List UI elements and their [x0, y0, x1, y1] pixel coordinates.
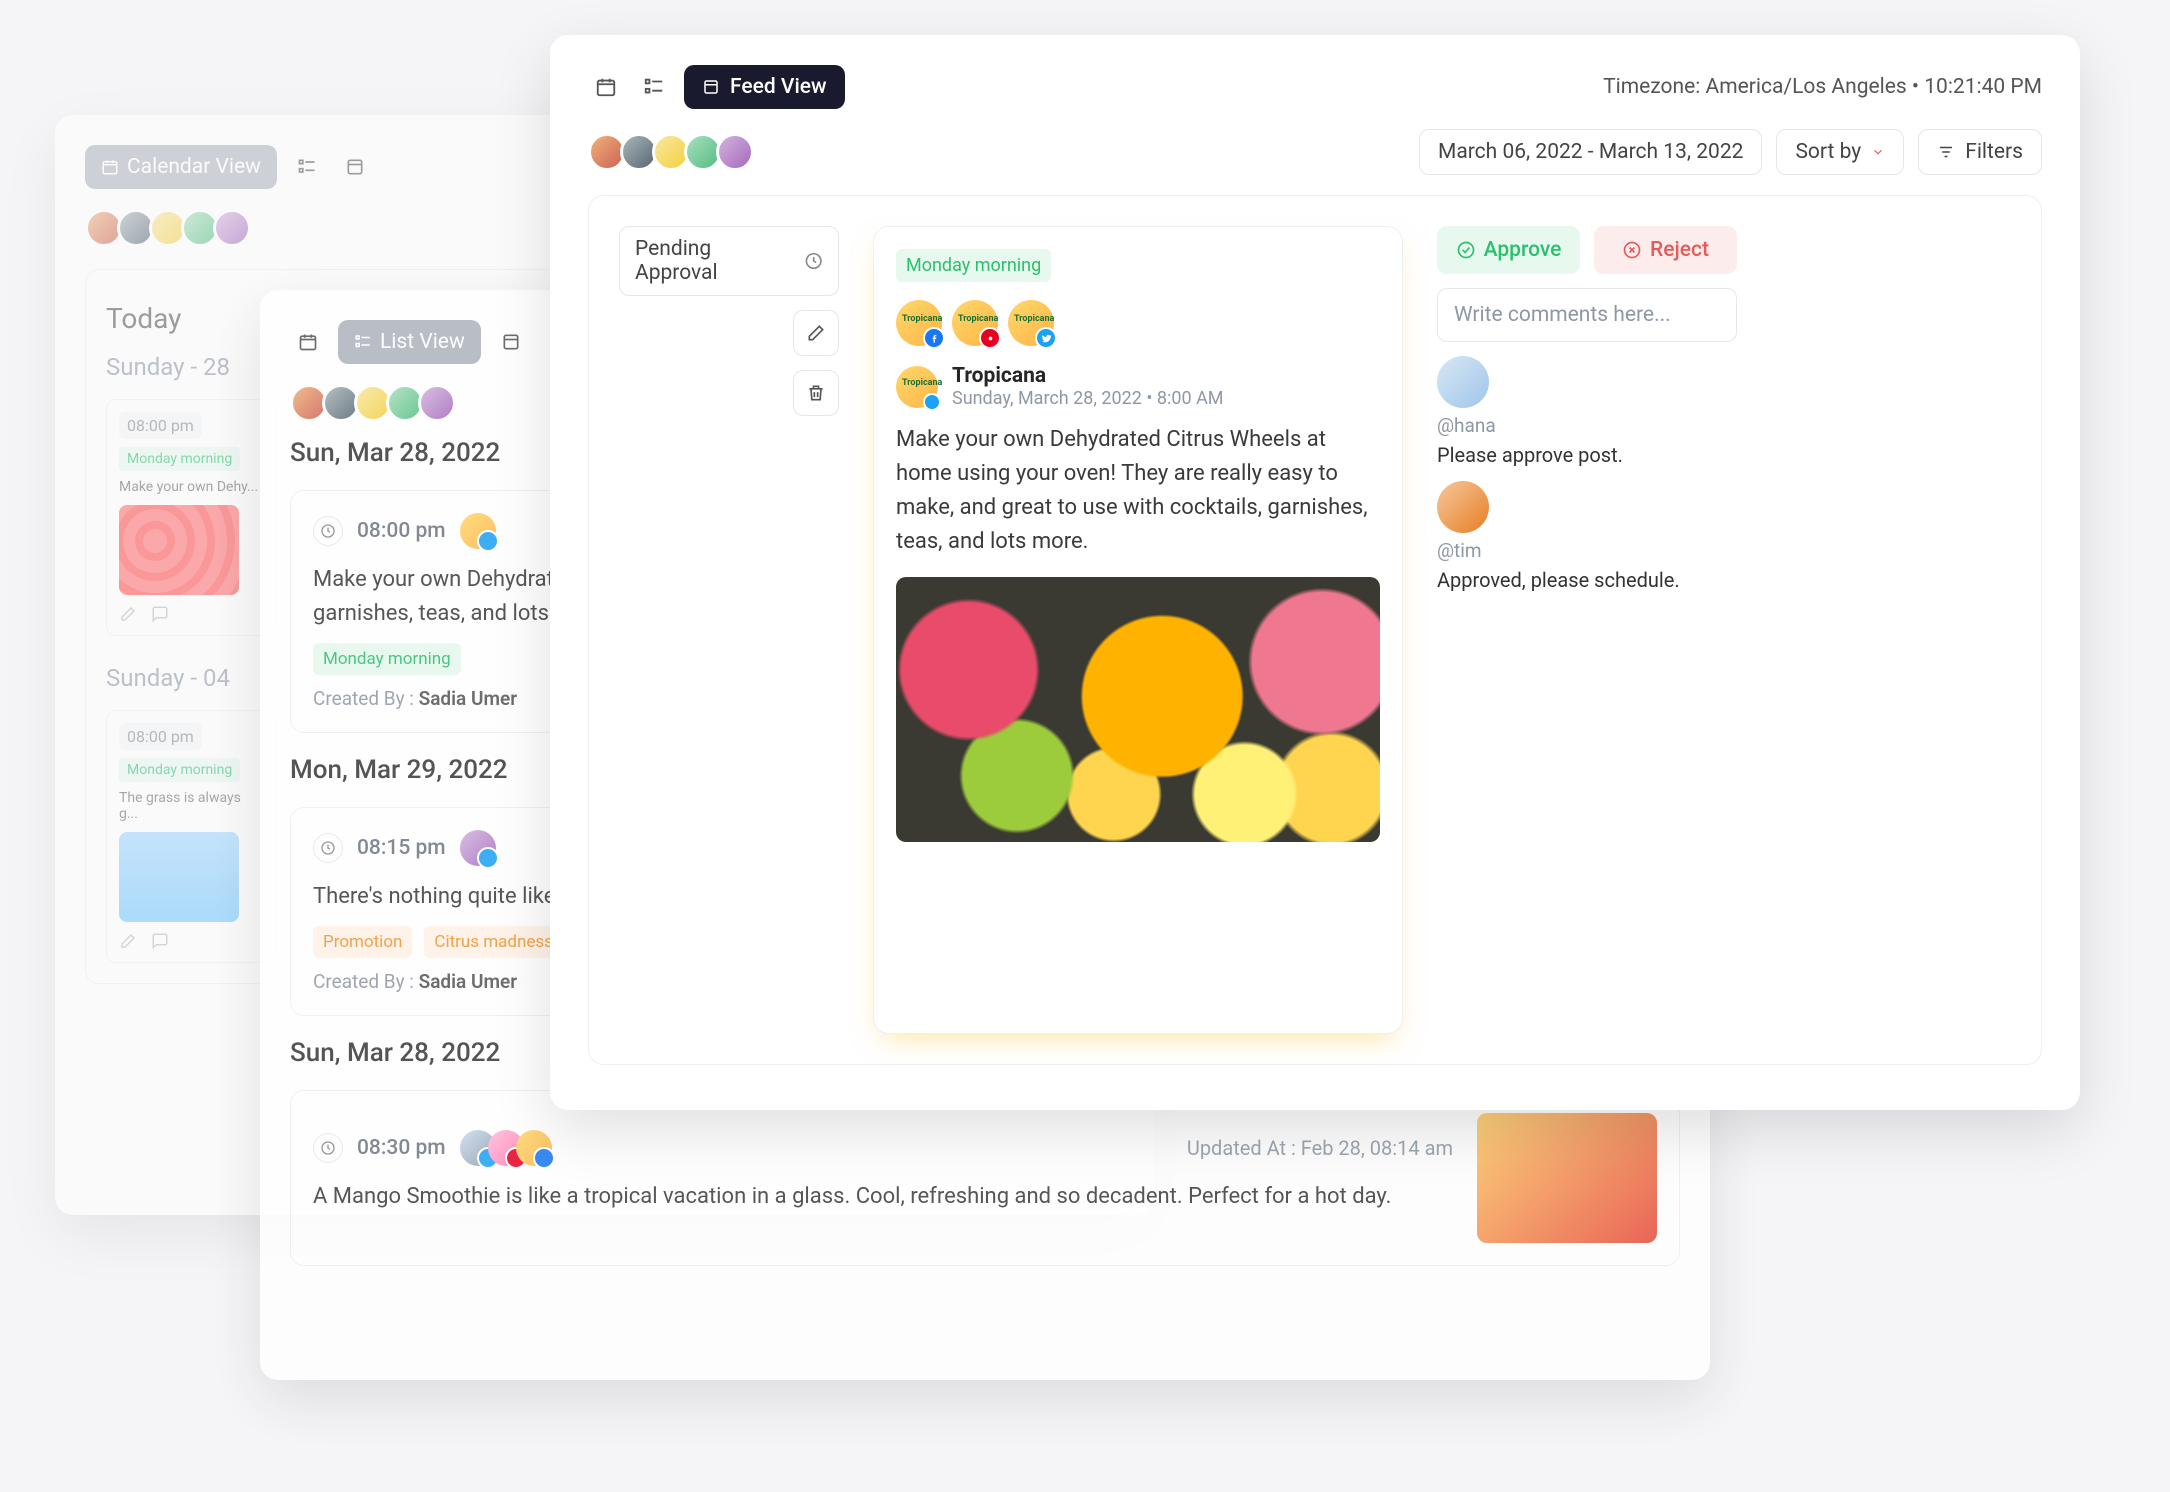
- tag: Monday morning: [313, 643, 461, 675]
- tag: Promotion: [313, 926, 412, 958]
- updated-at: Updated At : Feb 28, 08:14 am: [1187, 1136, 1453, 1160]
- feed-view-tab[interactable]: Feed View: [684, 65, 845, 109]
- edit-icon[interactable]: [119, 932, 137, 950]
- twitter-icon: [477, 530, 499, 552]
- post-tag: Monday morning: [896, 249, 1051, 282]
- list-icon: [297, 157, 317, 177]
- time-chip: 08:00 pm: [119, 723, 202, 750]
- check-circle-icon: [1456, 240, 1476, 260]
- list-icon: [354, 333, 372, 351]
- list-view-label: List View: [380, 330, 465, 354]
- item-time: 08:00 pm: [357, 519, 446, 543]
- calendar-icon: [595, 76, 617, 98]
- comment-input[interactable]: Write comments here...: [1437, 288, 1737, 342]
- channel-twitter[interactable]: Tropicana: [1008, 300, 1054, 346]
- comment: @tim Approved, please schedule.: [1437, 481, 1737, 592]
- feed-view-label: Feed View: [730, 75, 827, 99]
- filters-button[interactable]: Filters: [1918, 129, 2042, 175]
- user-avatars: [588, 133, 754, 171]
- reject-button[interactable]: Reject: [1594, 226, 1737, 274]
- snippet: Make your own Dehy...: [119, 479, 263, 495]
- timezone-clock: Timezone: America/Los Angeles • 10:21:40…: [1603, 75, 2042, 99]
- post-card: Monday morning Tropicana Tropicana Tropi…: [873, 226, 1403, 1034]
- pinterest-icon: [979, 327, 1001, 349]
- tag: Monday morning: [119, 447, 240, 471]
- clock-icon: [313, 1133, 343, 1163]
- twitter-icon: [923, 393, 941, 411]
- comment-avatar: [1437, 356, 1489, 408]
- comment: @hana Please approve post.: [1437, 356, 1737, 467]
- comment-text: Please approve post.: [1437, 443, 1737, 467]
- post-body: Make your own Dehydrated Citrus Wheels a…: [896, 423, 1380, 559]
- time-chip: 08:00 pm: [119, 412, 202, 439]
- channel-avatar: [460, 513, 496, 549]
- author-avatar: Tropicana: [896, 366, 938, 408]
- feed-view-window: Feed View Timezone: America/Los Angeles …: [550, 35, 2080, 1110]
- channel-avatar: [460, 830, 496, 866]
- x-circle-icon: [1622, 240, 1642, 260]
- comment-icon[interactable]: [151, 932, 169, 950]
- calendar-view-tab[interactable]: Calendar View: [85, 145, 277, 189]
- layout-icon: [345, 157, 365, 177]
- sort-dropdown[interactable]: Sort by: [1776, 129, 1904, 175]
- comment-icon[interactable]: [151, 605, 169, 623]
- list-toggle[interactable]: [636, 69, 672, 105]
- thumbnail: [1477, 1113, 1657, 1243]
- thumbnail: [119, 505, 239, 595]
- facebook-icon: [533, 1147, 555, 1169]
- clock-icon: [313, 516, 343, 546]
- date-range-picker[interactable]: March 06, 2022 - March 13, 2022: [1419, 129, 1762, 175]
- delete-button[interactable]: [793, 370, 839, 416]
- post-image: [896, 577, 1380, 842]
- trash-icon: [806, 383, 826, 403]
- calendar-toggle[interactable]: [290, 324, 326, 360]
- chevron-down-icon: [1871, 145, 1885, 159]
- calendar-icon: [101, 158, 119, 176]
- status-pending: Pending Approval: [619, 226, 839, 296]
- tag: Citrus madness: [424, 926, 563, 958]
- feed-panel: Pending Approval Monday morning Tropican…: [588, 195, 2042, 1065]
- comment-handle: @hana: [1437, 414, 1737, 437]
- comment-avatar: [1437, 481, 1489, 533]
- tag: Monday morning: [119, 758, 240, 782]
- feed-toggle[interactable]: [493, 324, 529, 360]
- approve-button[interactable]: Approve: [1437, 226, 1580, 274]
- snippet: The grass is always g...: [119, 790, 263, 822]
- list-toggle[interactable]: [289, 149, 325, 185]
- item-time: 08:30 pm: [357, 1136, 446, 1160]
- calendar-icon: [298, 332, 318, 352]
- item-text: A Mango Smoothie is like a tropical vaca…: [313, 1180, 1453, 1214]
- channel-facebook[interactable]: Tropicana: [896, 300, 942, 346]
- layout-icon: [501, 332, 521, 352]
- author-name: Tropicana: [952, 364, 1224, 388]
- filter-icon: [1937, 143, 1955, 161]
- list-item[interactable]: 08:30 pm Updated At : Feb 28, 08:14 am A…: [290, 1090, 1680, 1266]
- item-time: 08:15 pm: [357, 836, 446, 860]
- edit-icon[interactable]: [119, 605, 137, 623]
- twitter-icon: [477, 847, 499, 869]
- twitter-icon: [1035, 327, 1057, 349]
- list-view-tab[interactable]: List View: [338, 320, 481, 364]
- edit-button[interactable]: [793, 310, 839, 356]
- edit-icon: [806, 323, 826, 343]
- clock-icon: [313, 833, 343, 863]
- avatar[interactable]: [716, 133, 754, 171]
- post-meta: Sunday, March 28, 2022 • 8:00 AM: [952, 388, 1224, 409]
- list-icon: [643, 76, 665, 98]
- avatar[interactable]: [418, 384, 456, 422]
- feed-toggle[interactable]: [337, 149, 373, 185]
- facebook-icon: [923, 327, 945, 349]
- layout-icon: [702, 78, 720, 96]
- calendar-view-label: Calendar View: [127, 155, 261, 179]
- thumbnail: [119, 832, 239, 922]
- comment-handle: @tim: [1437, 539, 1737, 562]
- clock-icon: [804, 251, 823, 271]
- channel-pinterest[interactable]: Tropicana: [952, 300, 998, 346]
- avatar[interactable]: [213, 209, 251, 247]
- calendar-toggle[interactable]: [588, 69, 624, 105]
- channel-avatar: [516, 1130, 552, 1166]
- comment-text: Approved, please schedule.: [1437, 568, 1737, 592]
